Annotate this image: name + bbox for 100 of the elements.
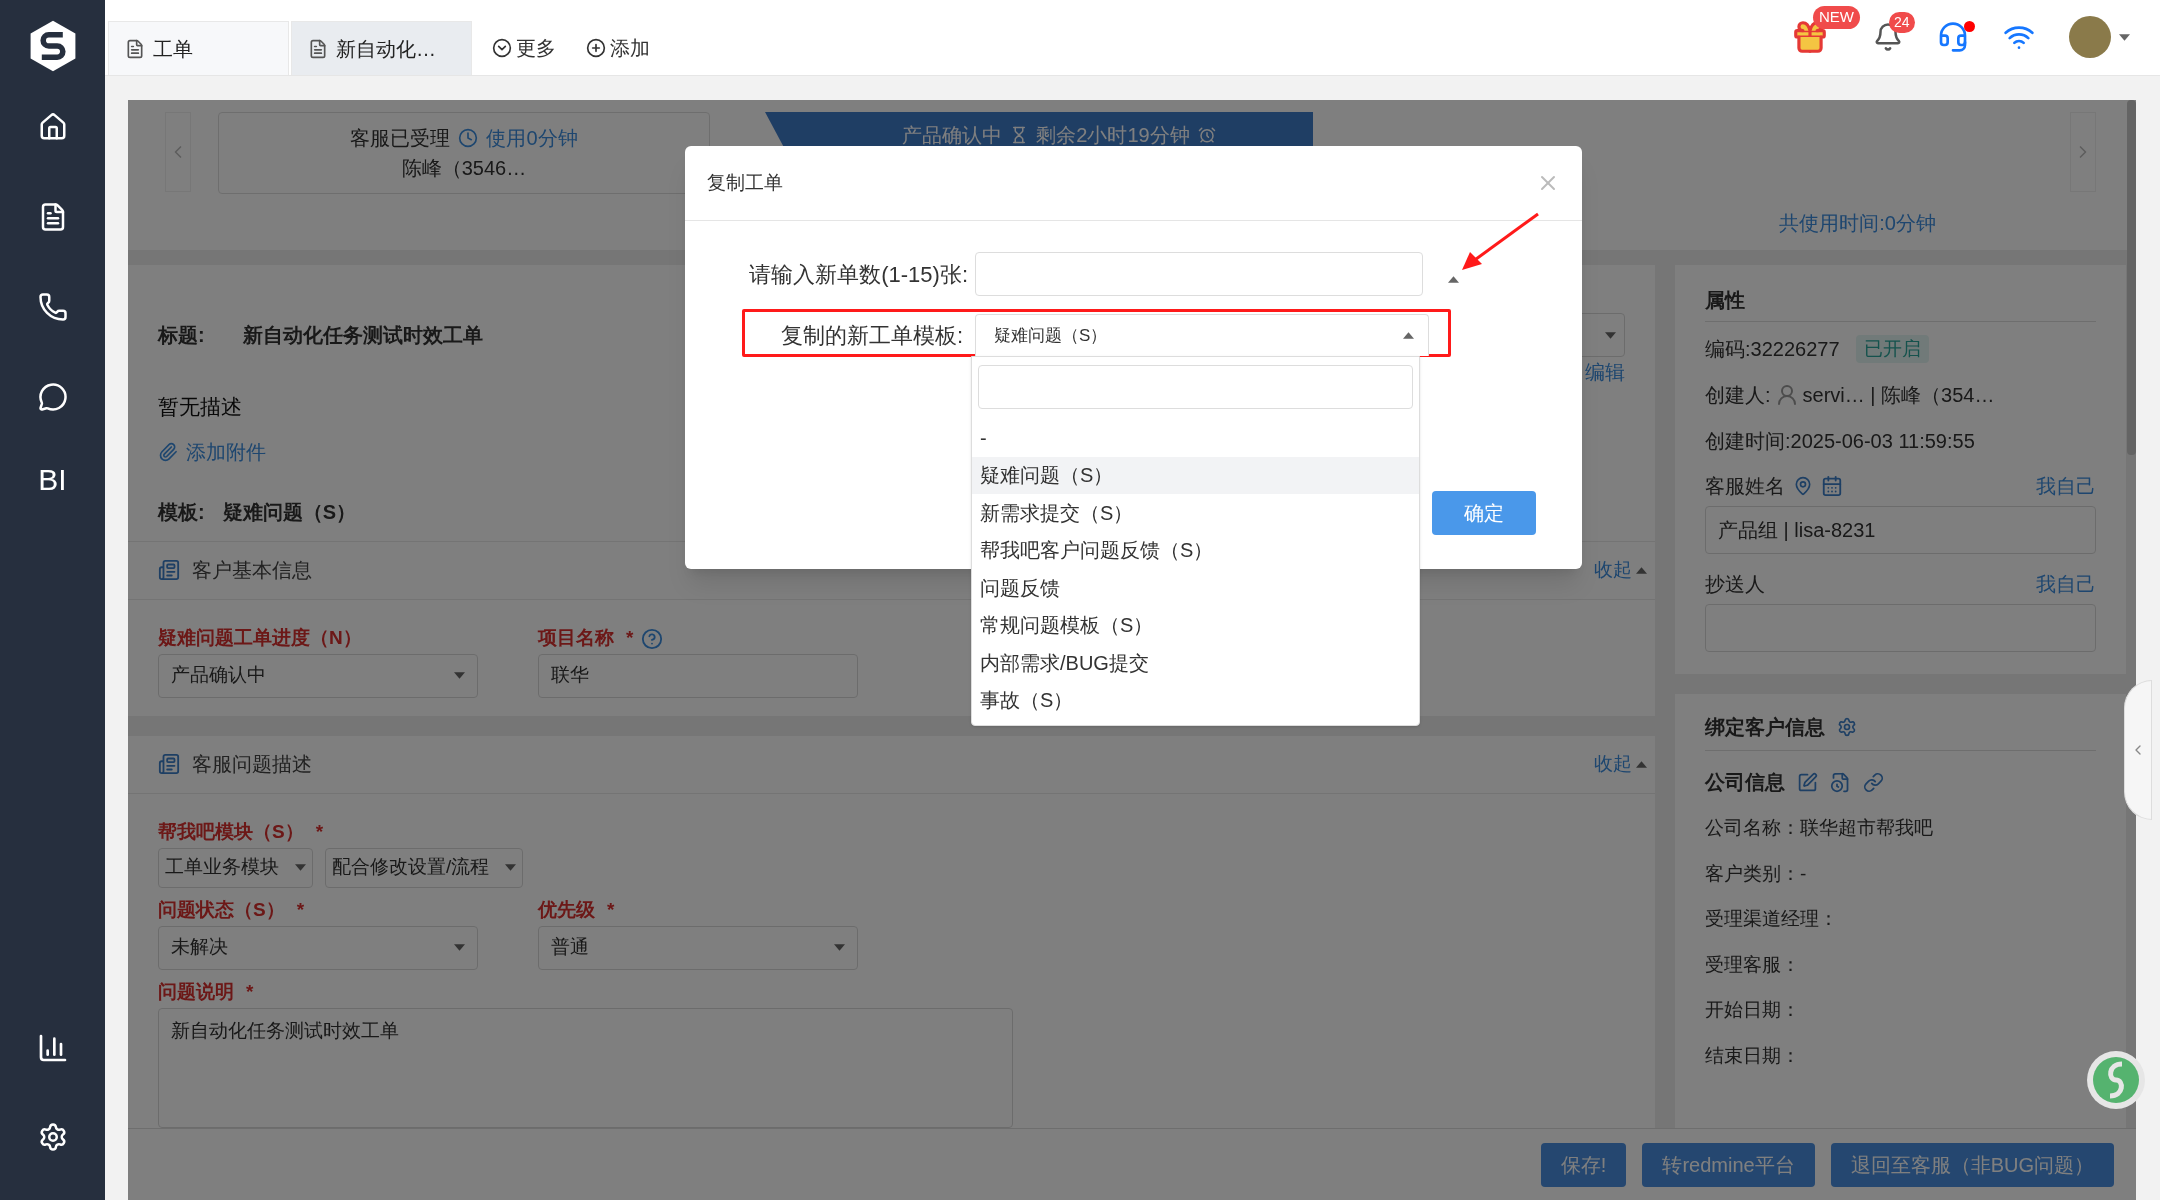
link-icon[interactable] bbox=[1863, 771, 1884, 793]
created-time: 创建时间:2025-06-03 11:59:55 bbox=[1705, 429, 1976, 454]
template-select[interactable]: 疑难问题（S） bbox=[975, 314, 1429, 356]
alarm-icon bbox=[1197, 126, 1216, 144]
dropdown-caret-icon bbox=[2119, 33, 2130, 41]
caret-icon bbox=[505, 864, 517, 871]
footer-button[interactable]: 保存! bbox=[1540, 1142, 1627, 1187]
dropdown-option[interactable]: 疑难问题（S） bbox=[972, 456, 1419, 494]
step-person: 陈峰（3546… bbox=[401, 156, 527, 181]
dropdown-option[interactable]: 新需求提交（S） bbox=[972, 494, 1419, 532]
home-icon[interactable] bbox=[37, 112, 68, 142]
template-name: 疑难问题（S） bbox=[222, 499, 356, 525]
caret-icon bbox=[454, 944, 465, 951]
section-icon bbox=[158, 753, 180, 775]
dropdown-option[interactable]: 常规问题模板（S） bbox=[972, 606, 1419, 644]
avatar[interactable] bbox=[2069, 16, 2111, 58]
scrollbar[interactable] bbox=[2127, 100, 2136, 455]
ticket-code: 编码:32226277 bbox=[1705, 337, 1840, 362]
template-label: 复制的新工单模板: bbox=[779, 321, 963, 350]
dropdown-option[interactable]: 内部需求/BUG提交 bbox=[972, 644, 1419, 682]
field-label: 疑难问题工单进度（N） bbox=[158, 626, 362, 651]
field-label: 问题状态（S） bbox=[158, 898, 285, 923]
footer-button[interactable]: 退回至客服（非BUG问题） bbox=[1830, 1142, 2114, 1187]
count-input[interactable] bbox=[975, 252, 1423, 296]
help-icon[interactable] bbox=[641, 627, 664, 650]
textarea-field[interactable]: 新自动化任务测试时效工单 bbox=[158, 1007, 1013, 1128]
caret-icon bbox=[454, 672, 465, 679]
select-field[interactable]: 普通 bbox=[538, 925, 858, 970]
dropdown-option[interactable]: 问题反馈 bbox=[972, 569, 1419, 607]
ticket-description: 暂无描述 bbox=[157, 394, 243, 420]
field-label: 项目名称 bbox=[538, 626, 614, 651]
caret-icon bbox=[1403, 332, 1414, 339]
bi-nav-item[interactable]: BI bbox=[38, 457, 67, 502]
collapse-link[interactable]: 收起 bbox=[1594, 555, 1647, 585]
customer-info-row-text: 客户类别：- bbox=[1705, 861, 1808, 886]
select-field[interactable]: 工单业务模块 bbox=[158, 847, 313, 888]
creator-name: servi… | 陈峰（354… bbox=[1802, 383, 1995, 408]
document-icon bbox=[125, 38, 145, 59]
tab[interactable]: 工单 bbox=[108, 21, 289, 75]
step-timer: 使用0分钟 bbox=[486, 126, 578, 151]
search-field[interactable] bbox=[978, 365, 1413, 409]
select-field[interactable]: 配合修改设置/流程 bbox=[325, 847, 524, 888]
ticket-title: 新自动化任务测试时效工单 bbox=[242, 323, 483, 348]
file-clock-icon[interactable] bbox=[1830, 771, 1851, 793]
field-label: 抄送人 bbox=[1705, 572, 1765, 597]
phone-icon[interactable] bbox=[37, 292, 68, 322]
plus-icon bbox=[586, 38, 606, 58]
assign-self-link[interactable]: 我自己 bbox=[2036, 471, 2096, 501]
field-label: 帮我吧模块（S） bbox=[158, 820, 304, 845]
attach-link[interactable]: 添加附件 bbox=[158, 436, 266, 467]
input-field[interactable]: 联华 bbox=[538, 653, 858, 698]
floating-logo-icon[interactable] bbox=[2086, 1050, 2146, 1110]
section-icon bbox=[158, 559, 180, 581]
dropdown-option[interactable]: - bbox=[972, 419, 1419, 457]
calendar-icon[interactable] bbox=[1821, 475, 1843, 497]
step-label: 客服已受理 bbox=[350, 126, 451, 151]
section-title: 客户基本信息 bbox=[192, 558, 312, 583]
select-field[interactable]: 产品确认中 bbox=[158, 653, 478, 698]
customer-info-row-text: 开始日期： bbox=[1705, 998, 1801, 1022]
footer-button[interactable]: 转redmine平台 bbox=[1642, 1142, 1815, 1187]
company-subtitle: 公司信息 bbox=[1705, 770, 1785, 795]
confirm-button[interactable]: 确定 bbox=[1432, 491, 1536, 535]
edit-icon[interactable] bbox=[1797, 771, 1818, 793]
chevron-down-icon bbox=[492, 38, 512, 58]
caret-icon bbox=[295, 864, 306, 871]
properties-title: 属性 bbox=[1705, 285, 2096, 322]
section-title: 客服问题描述 bbox=[192, 752, 312, 777]
clock-icon bbox=[458, 128, 479, 148]
caret-icon bbox=[834, 944, 845, 951]
select-field[interactable]: 未解决 bbox=[158, 925, 478, 970]
required-mark: * bbox=[626, 626, 634, 651]
required-mark: * bbox=[315, 820, 324, 845]
caret-icon bbox=[1636, 566, 1647, 574]
edit-link[interactable]: 编辑 bbox=[1585, 357, 1625, 387]
headset-icon[interactable] bbox=[1937, 21, 1969, 53]
count-label: 请输入新单数(1-15)张: bbox=[748, 260, 968, 289]
dropdown-option[interactable]: 帮我吧客户问题反馈（S） bbox=[972, 531, 1419, 569]
chat-icon[interactable] bbox=[37, 382, 68, 412]
location-pin-icon[interactable] bbox=[1793, 476, 1813, 496]
tab[interactable]: 新自动化… bbox=[291, 21, 472, 75]
collapse-link[interactable]: 收起 bbox=[1594, 749, 1647, 779]
title-label: 标题: bbox=[158, 323, 205, 348]
paperclip-icon bbox=[158, 441, 178, 462]
more-button[interactable]: 更多 bbox=[492, 21, 556, 75]
caret-icon bbox=[1605, 331, 1616, 339]
add-button[interactable]: 添加 bbox=[586, 21, 650, 75]
step-timer: 剩余2小时19分钟 bbox=[1036, 123, 1190, 148]
input-field[interactable]: 产品组 | lisa-8231 bbox=[1705, 506, 2096, 554]
required-mark: * bbox=[246, 980, 254, 1005]
step-label: 产品确认中 bbox=[902, 123, 1003, 148]
side-panel-handle[interactable] bbox=[2124, 680, 2152, 820]
dropdown-option[interactable]: 事故（S） bbox=[972, 681, 1419, 719]
customer-info-row-text: 受理渠道经理： bbox=[1705, 907, 1839, 931]
status-tag: 已开启 bbox=[1855, 334, 1929, 364]
customer-info-row-text: 公司名称：联华超市帮我吧 bbox=[1705, 816, 1934, 840]
settings-icon[interactable] bbox=[37, 1122, 68, 1152]
dialog-title: 复制工单 bbox=[707, 170, 783, 195]
template-label: 模板: bbox=[158, 499, 205, 525]
assign-self-link[interactable]: 我自己 bbox=[2036, 569, 2096, 599]
customer-title: 绑定客户信息 bbox=[1705, 715, 1825, 740]
